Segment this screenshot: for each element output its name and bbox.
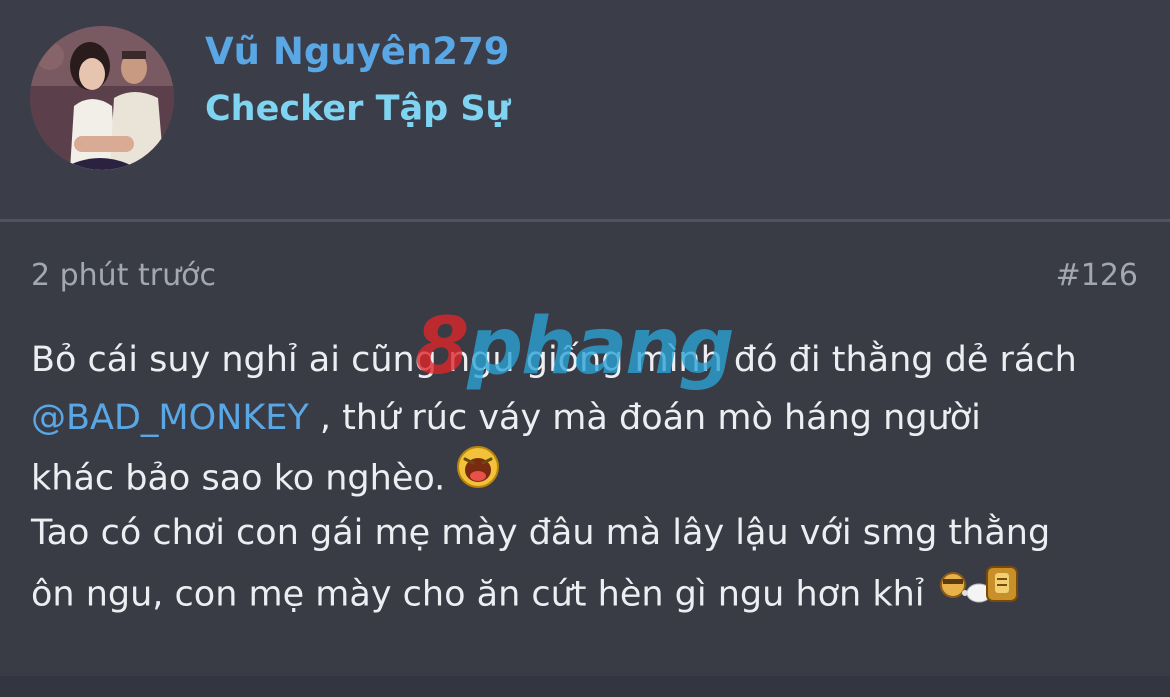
- laughing-emoji-icon: [455, 444, 501, 509]
- post-text: khác bảo sao ko nghèo.: [31, 458, 446, 499]
- user-mention-link[interactable]: @BAD_MONKEY: [31, 398, 309, 438]
- post-view: Vũ Nguyên279 Checker Tập Sự 2 phút trước…: [0, 0, 1170, 697]
- post-text: ôn ngu, con mẹ mày cho ăn cứt hèn gì ngu…: [31, 574, 925, 615]
- user-header: Vũ Nguyên279 Checker Tập Sự: [0, 0, 1170, 220]
- username[interactable]: Vũ Nguyên279: [205, 30, 509, 73]
- post-number[interactable]: #126: [1056, 258, 1138, 293]
- post-line: @BAD_MONKEY , thứ rúc váy mà đoán mò hán…: [31, 390, 1141, 448]
- post-line: Bỏ cái suy nghỉ ai cũng ngu giống mình đ…: [31, 340, 1077, 380]
- post-card-bottom-edge: [0, 676, 1170, 697]
- post-timestamp: 2 phút trước: [31, 258, 216, 293]
- post-body: Bỏ cái suy nghỉ ai cũng ngu giống mình đ…: [31, 332, 1141, 620]
- avatar[interactable]: [30, 26, 174, 170]
- post-line: ôn ngu, con mẹ mày cho ăn cứt hèn gì ngu…: [31, 562, 1141, 620]
- avatar-photo: [30, 26, 174, 170]
- fighting-emoji-icon: [935, 559, 1025, 626]
- user-rank: Checker Tập Sự: [205, 89, 511, 129]
- post-text: , thứ rúc váy mà đoán mò háng người: [308, 397, 981, 438]
- post-line: Tao có chơi con gái mẹ mày đâu mà lây lậ…: [31, 512, 1051, 553]
- post-line: khác bảo sao ko nghèo.: [31, 446, 1141, 505]
